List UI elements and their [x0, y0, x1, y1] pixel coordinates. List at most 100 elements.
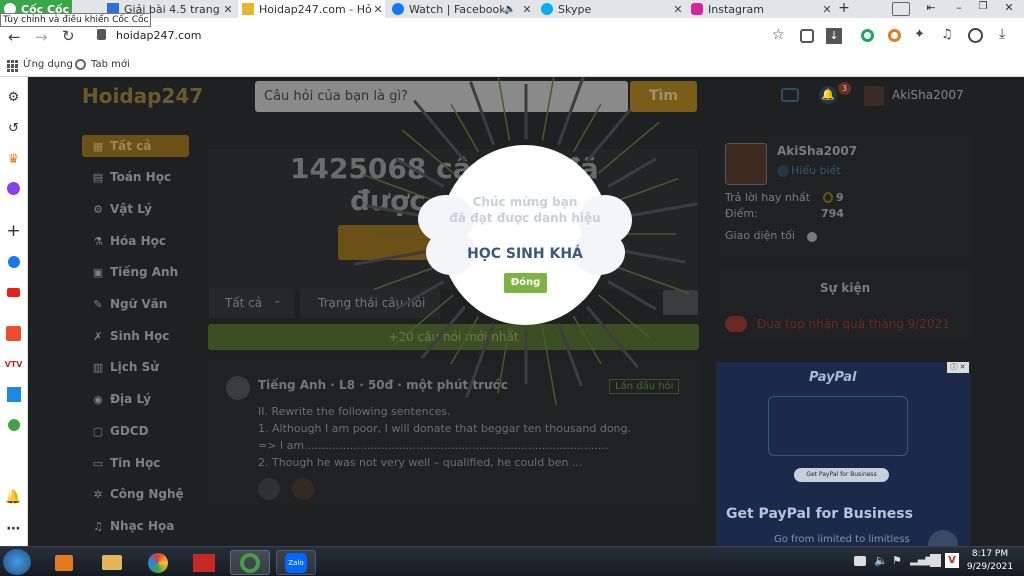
bookmark-new-tab[interactable]: Tab mới	[91, 59, 130, 70]
search-button[interactable]: Tìm	[630, 81, 697, 112]
crown-icon[interactable]: ♛	[5, 151, 22, 168]
avatar[interactable]	[864, 86, 884, 106]
close-icon[interactable]: ✕	[371, 3, 385, 16]
nav-item-all[interactable]: ▦ Tất cả	[82, 135, 190, 157]
shopee-icon[interactable]	[5, 325, 22, 342]
dark-mode-toggle[interactable]	[807, 232, 817, 242]
nav-item-math[interactable]: ▤ Toán Học	[82, 166, 190, 188]
nav-item-chemistry[interactable]: ⚗ Hóa Học	[82, 230, 190, 252]
new-questions-bar[interactable]: +20 câu hỏi mới nhất	[208, 324, 699, 350]
nav-item-informatics[interactable]: ▭ Tin Học	[82, 452, 190, 474]
new-tab-button[interactable]: +	[835, 1, 853, 17]
chat-icon[interactable]	[781, 88, 799, 102]
messenger-icon[interactable]	[5, 180, 22, 197]
ad-cta-button[interactable]: Get PayPal for Business	[794, 468, 889, 482]
puzzle-icon[interactable]: ✦	[914, 27, 925, 42]
youtube-icon[interactable]	[5, 284, 22, 301]
tab-hoidap247[interactable]: Hoidap247.com - Hỏi ✕	[238, 0, 385, 18]
vtv-icon[interactable]: VTV	[5, 356, 23, 373]
filter-grid-button[interactable]	[663, 290, 698, 315]
tab-facebook[interactable]: Watch | Facebook 🔈 ✕	[388, 0, 534, 18]
speaker-icon[interactable]: 🔈	[504, 4, 516, 15]
events-title: Sự kiện	[820, 281, 871, 295]
map-pin-icon: ◉	[93, 392, 103, 406]
extension-shield-icon[interactable]	[800, 29, 814, 43]
close-icon[interactable]: ✕	[671, 3, 685, 16]
nav-item-literature[interactable]: ✎ Ngữ Văn	[82, 293, 190, 315]
unikey-icon[interactable]: V	[945, 553, 959, 568]
facebook-sidebar-icon[interactable]	[5, 253, 22, 270]
media-player-icon[interactable]	[44, 550, 84, 575]
profile-name[interactable]: AkiSha2007	[777, 144, 857, 158]
ad-close-icon[interactable]: ⓘ ✕	[947, 362, 969, 373]
nav-item-biology[interactable]: ✗ Sinh Học	[82, 325, 190, 347]
map-pin-icon[interactable]	[5, 416, 22, 433]
add-icon[interactable]: +	[5, 221, 22, 241]
nav-item-history[interactable]: ▥ Lịch Sử	[82, 356, 190, 378]
clock-date[interactable]: 9/29/2021	[962, 562, 1018, 572]
site-logo[interactable]: Hoidap247	[82, 84, 203, 108]
close-icon[interactable]: ✕	[221, 3, 235, 16]
forward-arrow-icon[interactable]: →	[35, 28, 48, 46]
url-field[interactable]: hoidap247.com	[116, 29, 201, 42]
instagram-icon	[691, 3, 703, 15]
profile-icon[interactable]	[968, 28, 983, 43]
bell-icon[interactable]: 🔔	[819, 86, 837, 104]
nav-item-physics[interactable]: ⚙ Vật Lý	[82, 198, 190, 220]
flag-tray-icon[interactable]: ⚑	[892, 554, 902, 567]
close-modal-button[interactable]: Đóng	[504, 273, 547, 293]
back-arrow-icon[interactable]: ←	[8, 28, 21, 46]
download-icon[interactable]: ↓	[826, 28, 842, 44]
event-link[interactable]: Đua top nhận quà tháng 9/2021	[757, 317, 950, 331]
maximize-button[interactable]: ❐	[972, 1, 994, 17]
bookmarks-bar: Ứng dụng Tab mới	[0, 56, 1024, 77]
browser-extension-icon[interactable]	[888, 29, 901, 42]
close-icon[interactable]: ✕	[820, 3, 834, 16]
close-icon[interactable]: ✕	[520, 3, 534, 16]
congrats-line1: Chúc mừng bạn	[472, 195, 578, 209]
filter-all-dropdown[interactable]: Tất cả ⌄	[209, 288, 294, 318]
header-username[interactable]: AkiSha2007	[892, 88, 964, 102]
minimize-button[interactable]: –	[948, 1, 970, 17]
bell-sidebar-icon[interactable]: 🔔	[5, 489, 22, 506]
coccoc-taskbar-icon[interactable]	[138, 550, 178, 575]
close-window-button[interactable]: ✕	[998, 1, 1020, 17]
start-button[interactable]	[3, 549, 31, 575]
tray-chat-icon[interactable]	[854, 556, 866, 566]
profile-avatar[interactable]	[725, 143, 767, 185]
history-icon[interactable]: ↺	[5, 120, 22, 137]
coccoc-active-icon[interactable]	[230, 550, 270, 575]
music-list-icon[interactable]: ♫	[941, 27, 953, 42]
zalo-icon[interactable]: Zalo	[276, 550, 316, 575]
more-icon[interactable]: ⋯	[5, 520, 22, 537]
hoidap-icon	[242, 3, 254, 15]
coccoc-extension-icon[interactable]	[861, 29, 874, 42]
settings-gear-icon[interactable]: ⚙	[5, 89, 22, 106]
file-explorer-icon[interactable]	[92, 550, 132, 575]
civics-icon: ▢	[92, 424, 104, 438]
search-input[interactable]: Câu hỏi của bạn là gì?	[255, 81, 628, 112]
volume-icon[interactable]: 🔈	[874, 554, 888, 567]
restore-tab-icon[interactable]: ⇤	[922, 1, 940, 17]
game-app-icon[interactable]	[184, 550, 224, 575]
nav-item-geography[interactable]: ◉ Địa Lý	[82, 388, 190, 410]
bookmark-apps[interactable]: Ứng dụng	[23, 59, 73, 70]
nav-item-english[interactable]: ▣ Tiếng Anh	[82, 261, 190, 283]
star-icon[interactable]: ☆	[772, 27, 785, 43]
music-icon: ♫	[93, 519, 103, 533]
screenshot-icon[interactable]	[892, 2, 910, 16]
book-icon: ✎	[93, 297, 103, 311]
clock-time[interactable]: 8:17 PM	[966, 549, 1014, 559]
nav-item-music[interactable]: ♫ Nhạc Họa	[82, 515, 190, 537]
dark-mode-label: Giao diện tối	[725, 229, 795, 242]
battery-icon[interactable]	[930, 554, 941, 567]
deal-icon[interactable]	[5, 386, 22, 403]
dna-icon: ✗	[93, 329, 103, 343]
nav-item-technology[interactable]: ✲ Công Nghệ	[82, 483, 190, 505]
tab-skype[interactable]: Skype ✕	[537, 0, 685, 18]
tab-instagram[interactable]: Instagram ✕	[687, 0, 834, 18]
filter-label: Trạng thái câu hỏi	[318, 296, 426, 310]
reload-icon[interactable]: ↻	[62, 27, 75, 45]
download-tray-icon[interactable]: ⤓	[999, 26, 1005, 42]
nav-item-civics[interactable]: ▢ GDCD	[82, 420, 190, 442]
